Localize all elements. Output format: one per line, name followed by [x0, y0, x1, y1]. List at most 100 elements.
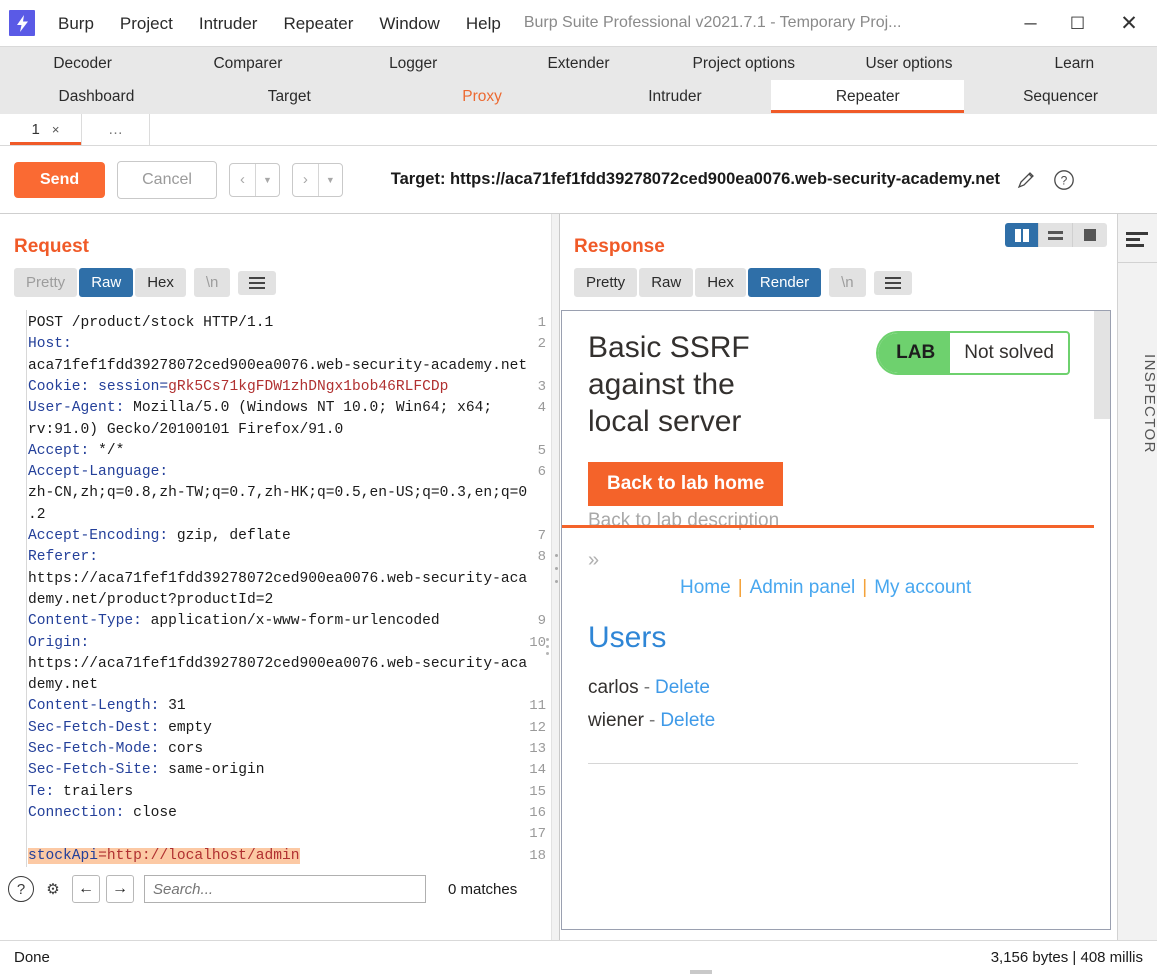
response-render-frame[interactable]: Basic SSRF against the local server LAB … — [561, 310, 1111, 930]
help-icon[interactable]: ? — [1052, 168, 1076, 192]
edit-pencil-icon[interactable] — [1014, 168, 1038, 192]
request-code-text[interactable]: POST /product/stock HTTP/1.1 Host: aca71fe… — [28, 310, 545, 897]
request-line: rv:91.0) Gecko/20100101 Firefox/91.0 — [28, 421, 344, 438]
nav-link-admin-panel[interactable]: Admin panel — [750, 577, 856, 598]
response-newline-toggle[interactable]: \n — [829, 268, 866, 297]
menu-help[interactable]: Help — [453, 0, 514, 47]
response-tab-pretty[interactable]: Pretty — [574, 268, 638, 297]
menu-intruder[interactable]: Intruder — [186, 0, 271, 47]
chevron-down-icon[interactable]: ▼ — [256, 164, 279, 196]
menu-window[interactable]: Window — [366, 0, 452, 47]
tab-target[interactable]: Target — [193, 80, 386, 113]
lab-status-badge: LAB Not solved — [876, 331, 1070, 375]
delete-user-link[interactable]: Delete — [660, 710, 715, 731]
response-tab-raw[interactable]: Raw — [639, 268, 694, 297]
request-line: Content-Length: 31 — [28, 698, 186, 715]
request-line: Sec-Fetch-Mode: cors — [28, 741, 204, 757]
inspector-rail[interactable]: INSPECTOR — [1117, 214, 1157, 940]
request-tab-hex[interactable]: Hex — [135, 268, 186, 297]
tab-logger[interactable]: Logger — [331, 47, 496, 80]
response-menu-icon[interactable] — [873, 270, 912, 295]
help-icon[interactable]: ? — [8, 876, 34, 902]
tab-project-options[interactable]: Project options — [661, 47, 826, 80]
gear-icon[interactable]: ⚙ — [40, 876, 66, 902]
lab-nav-links: Home | Admin panel | My account — [680, 577, 971, 599]
rows-view-icon[interactable] — [1039, 223, 1073, 247]
back-to-lab-home-button[interactable]: Back to lab home — [588, 462, 784, 506]
request-editor[interactable]: 1 2 3 4 5 6 7 8 9 10 11 12 13 14 15 16 17 18 POST /produc… — [0, 310, 551, 897]
editor-scroll-grip[interactable] — [546, 638, 549, 655]
request-line: .2 — [28, 506, 46, 523]
single-view-icon[interactable] — [1073, 223, 1107, 247]
close-button[interactable]: ✕ — [1101, 0, 1157, 47]
nav-link-my-account[interactable]: My account — [874, 577, 971, 598]
back-to-lab-description-link[interactable]: Back to lab description — [588, 510, 779, 532]
search-prev-button[interactable]: ← — [72, 875, 100, 903]
user-name: carlos — [588, 677, 639, 698]
window-resize-grip[interactable] — [690, 970, 712, 974]
request-line: POST /product/stock HTTP/1.1 — [28, 315, 274, 331]
response-tab-hex[interactable]: Hex — [695, 268, 746, 297]
response-tab-render[interactable]: Render — [747, 268, 822, 297]
repeater-tab-1-label: 1 — [31, 121, 40, 138]
request-newline-toggle[interactable]: \n — [193, 268, 231, 297]
pane-splitter[interactable] — [551, 214, 560, 940]
tab-sequencer[interactable]: Sequencer — [964, 80, 1157, 113]
next-request-button[interactable]: › ▼ — [291, 162, 343, 197]
menu-project[interactable]: Project — [107, 0, 186, 47]
request-line: Sec-Fetch-Site: same-origin — [28, 762, 265, 779]
request-menu-icon[interactable] — [238, 270, 277, 295]
cancel-button[interactable]: Cancel — [117, 160, 217, 199]
request-tab-raw[interactable]: Raw — [79, 268, 134, 297]
minimize-button[interactable]: ─ — [1007, 0, 1054, 47]
search-next-button[interactable]: → — [106, 875, 134, 903]
request-line: User-Agent: Mozilla/5.0 (Windows NT 10.0… — [28, 400, 493, 417]
maximize-button[interactable]: ☐ — [1054, 0, 1101, 47]
send-button[interactable]: Send — [14, 161, 106, 198]
search-input[interactable] — [144, 875, 426, 903]
repeater-tab-1[interactable]: 1 × — [10, 114, 82, 145]
split-view-icon[interactable] — [1005, 223, 1039, 247]
tab-learn[interactable]: Learn — [992, 47, 1157, 80]
request-tab-pretty[interactable]: Pretty — [14, 268, 78, 297]
request-line: Accept-Encoding: gzip, deflate — [28, 528, 291, 544]
request-line: stockApi=http://localhost/admin — [28, 847, 300, 864]
title-bar: Burp Project Intruder Repeater Window He… — [0, 0, 1157, 47]
inspector-toggle-icon[interactable] — [1126, 228, 1150, 250]
request-line: demy.net/product?productId=2 — [28, 591, 274, 608]
user-name: wiener — [588, 710, 644, 731]
request-pane-title: Request — [14, 236, 89, 257]
svg-text:?: ? — [1061, 173, 1068, 187]
search-matches-count: 0 matches — [448, 880, 518, 898]
request-line: Accept-Language: — [28, 464, 169, 481]
chevron-down-icon[interactable]: ▼ — [319, 164, 342, 196]
lab-title: Basic SSRF against the local server — [588, 331, 750, 438]
section-divider — [588, 763, 1078, 764]
expand-chevron-icon[interactable]: » — [588, 549, 599, 572]
repeater-tab-add[interactable]: … — [82, 114, 150, 145]
request-line: https://aca71fef1fdd39278072ced900ea0076… — [28, 655, 528, 672]
close-icon[interactable]: × — [52, 122, 60, 137]
delete-user-link[interactable]: Delete — [655, 677, 710, 698]
response-view-tabs: Pretty Raw Hex Render \n — [560, 258, 1117, 297]
tab-repeater[interactable]: Repeater — [771, 80, 965, 113]
menu-burp[interactable]: Burp — [45, 0, 107, 47]
tab-user-options[interactable]: User options — [826, 47, 991, 80]
request-pane: Request Pretty Raw Hex \n 1 2 3 4 5 6 7 8 9 10 11 1… — [0, 214, 551, 940]
tab-decoder[interactable]: Decoder — [0, 47, 165, 80]
tab-extender[interactable]: Extender — [496, 47, 661, 80]
request-line: zh-CN,zh;q=0.8,zh-TW;q=0.7,zh-HK;q=0.5,e… — [28, 485, 528, 502]
prev-request-button[interactable]: ‹ ▼ — [228, 162, 280, 197]
tab-comparer[interactable]: Comparer — [165, 47, 330, 80]
render-vertical-scrollbar[interactable] — [1094, 311, 1110, 929]
menu-repeater[interactable]: Repeater — [270, 0, 366, 47]
request-line: Accept: */* — [28, 442, 125, 459]
tab-intruder[interactable]: Intruder — [578, 80, 771, 113]
tab-proxy[interactable]: Proxy — [386, 80, 579, 113]
splitter-grip[interactable] — [555, 554, 558, 583]
lab-header: Basic SSRF against the local server LAB … — [562, 311, 1096, 440]
scrollbar-thumb[interactable] — [1094, 311, 1110, 419]
request-line: Cookie: session=gRk5Cs71kgFDW1zhDNgx1bob… — [28, 378, 449, 395]
tab-dashboard[interactable]: Dashboard — [0, 80, 193, 113]
nav-link-home[interactable]: Home — [680, 577, 731, 598]
